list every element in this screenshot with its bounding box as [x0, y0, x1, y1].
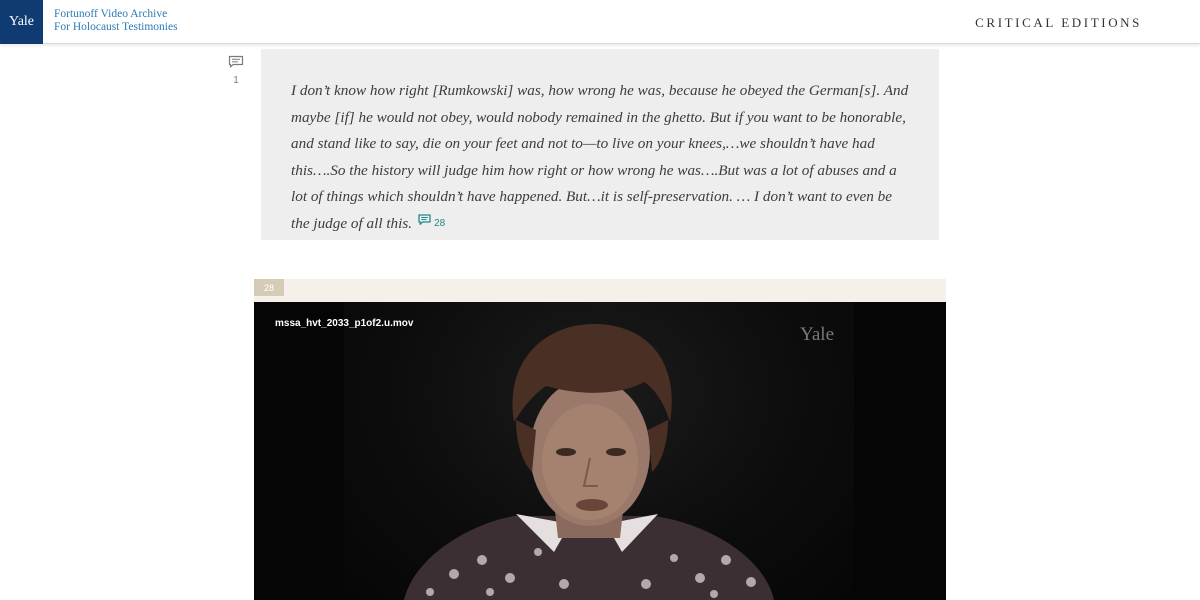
- comment-count: 1: [233, 75, 239, 86]
- archive-title-line1: Fortunoff Video Archive: [54, 8, 168, 20]
- testimony-quote-block: I don’t know how right [Rumkowski] was, …: [261, 49, 939, 240]
- clip-header-bar: 28: [254, 279, 946, 302]
- yale-logo[interactable]: Yale: [0, 0, 43, 44]
- video-frame-person: [404, 324, 774, 600]
- archive-title[interactable]: Fortunoff Video Archive For Holocaust Te…: [54, 8, 178, 34]
- note-reference-link[interactable]: 28: [418, 211, 445, 238]
- archive-title-line2: For Holocaust Testimonies: [54, 21, 178, 33]
- testimony-quote: I don’t know how right [Rumkowski] was, …: [291, 78, 909, 237]
- testimony-quote-text: I don’t know how right [Rumkowski] was, …: [291, 82, 909, 232]
- paragraph-comment-marker[interactable]: 1: [227, 55, 245, 86]
- comment-icon: [418, 211, 431, 238]
- video-watermark: Yale: [800, 324, 834, 345]
- video-filename: mssa_hvt_2033_p1of2.u.mov: [275, 318, 414, 329]
- clip-number-badge: 28: [254, 279, 284, 296]
- site-header: Yale Fortunoff Video Archive For Holocau…: [0, 0, 1200, 44]
- yale-logo-text: Yale: [8, 14, 35, 29]
- comment-icon: [228, 55, 244, 73]
- video-player[interactable]: mssa_hvt_2033_p1of2.u.mov Yale: [254, 302, 946, 600]
- critical-editions-link[interactable]: CRITICAL EDITIONS: [975, 15, 1142, 31]
- note-reference-number: 28: [434, 217, 446, 229]
